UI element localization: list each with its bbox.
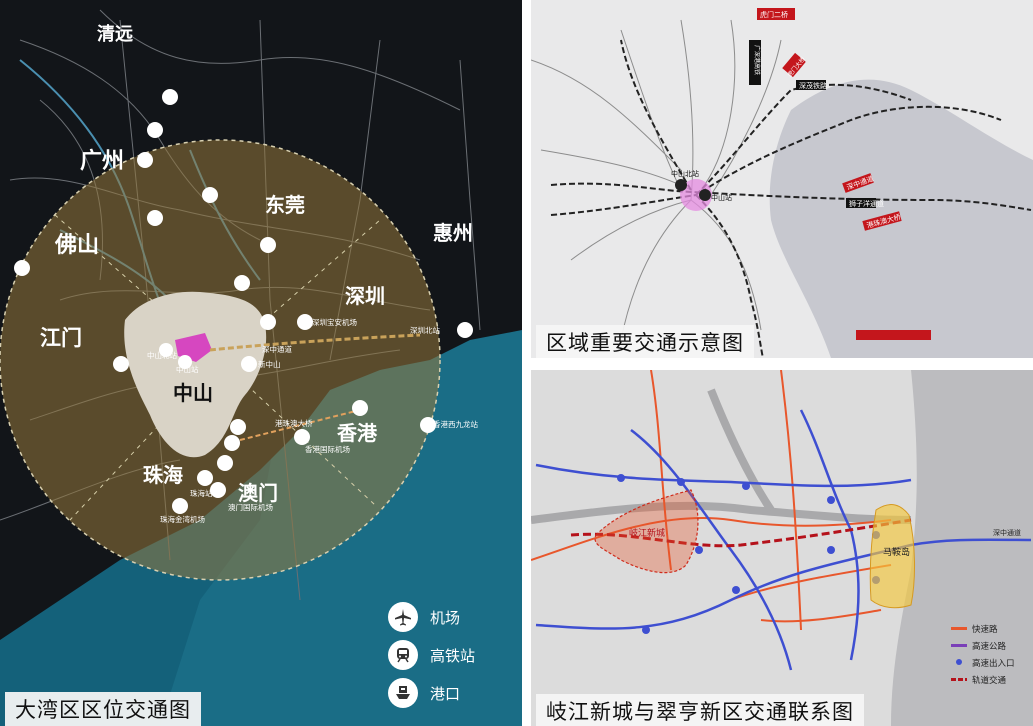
- legend-swatch: [951, 658, 967, 667]
- legend-label: 机场: [430, 608, 461, 627]
- station-label: 珠海金湾机场: [160, 514, 205, 524]
- legend-item-expressway: 快速路: [951, 620, 1031, 637]
- station-label: 中山站: [711, 193, 732, 202]
- district-label: 岐江新城: [629, 527, 665, 539]
- station-label: 珠海站: [190, 488, 213, 498]
- river-network: [531, 388, 912, 524]
- legend-label: 高铁站: [430, 646, 476, 665]
- city-label-qingyuan: 清远: [97, 24, 133, 45]
- top-right-panel-caption: 区域重要交通示意图: [536, 325, 754, 358]
- legend-swatch: [951, 678, 967, 681]
- legend-swatch: [951, 644, 967, 647]
- left-panel-caption: 大湾区区位交通图: [5, 692, 201, 726]
- legend-item-highway-exit: 高速出入口: [951, 654, 1031, 671]
- railway-station-marker: [217, 455, 233, 471]
- railway-station-marker: [241, 356, 257, 372]
- regional-traffic-map: 中山北站 中山站 虎门二桥 广深港高铁 虎门大桥 深茂铁路 深中通道 狮子洋通道…: [531, 8, 1033, 358]
- station-label: 深圳宝安机场: [312, 317, 357, 327]
- airport-marker: [162, 89, 178, 105]
- city-label-shenzhen: 深圳: [345, 284, 385, 308]
- legend-label: 港口: [430, 684, 461, 703]
- regional-traffic-map-panel: 中山北站 中山站 虎门二桥 广深港高铁 虎门大桥 深茂铁路 深中通道 狮子洋通道…: [531, 0, 1033, 358]
- city-label-huizhou: 惠州: [433, 221, 473, 245]
- station-label: 深圳北站: [410, 325, 440, 335]
- city-label-hongkong: 香港: [337, 421, 378, 445]
- qijiang-cuiheng-traffic-map-panel: 岐江新城 马鞍岛 深中通道 快速路 高速公路 高速出入口 轨道交通 岐江新城与翠…: [531, 370, 1033, 726]
- tag-label: 狮子洋通道: [849, 199, 884, 208]
- legend-swatch: [951, 627, 967, 630]
- bottom-right-map-legend: 快速路 高速公路 高速出入口 轨道交通: [951, 620, 1031, 688]
- station-label: 香港西九龙站: [433, 419, 478, 429]
- left-map-legend: 机场 高铁站 港口: [388, 598, 518, 712]
- legend-item-port: 港口: [388, 674, 518, 712]
- port-icon: [388, 678, 418, 708]
- station-label: 中山北站: [147, 350, 177, 360]
- airport-marker: [294, 429, 310, 445]
- road-network: [531, 19, 782, 341]
- station-label: 港珠澳大桥: [275, 418, 313, 428]
- railway-station-marker: [147, 122, 163, 138]
- railway-station-marker: [137, 152, 153, 168]
- airport-marker: [172, 498, 188, 514]
- railway-station-marker: [113, 356, 129, 372]
- station-label: 香港国际机场: [305, 444, 350, 454]
- legend-item-railway-station: 高铁站: [388, 636, 518, 674]
- railway-station-marker: [260, 237, 276, 253]
- city-label-dongguan: 东莞: [265, 193, 305, 217]
- airport-marker: [297, 314, 313, 330]
- city-label-macau: 澳门: [238, 481, 278, 505]
- city-label-jiangmen: 江门: [40, 326, 82, 350]
- legend-item-highway: 高速公路: [951, 637, 1031, 654]
- port-marker: [224, 435, 240, 451]
- sea-area: [769, 79, 1033, 358]
- station-label: 深中通道: [262, 344, 292, 354]
- legend-item-rail: 轨道交通: [951, 671, 1031, 688]
- port-marker: [230, 419, 246, 435]
- city-label-foshan: 佛山: [54, 233, 99, 258]
- port-marker: [352, 400, 368, 416]
- legend-item-airport: 机场: [388, 598, 518, 636]
- railway-station-marker: [457, 322, 473, 338]
- tag-label: 虎门二桥: [760, 10, 788, 19]
- railway-station-icon: [388, 640, 418, 670]
- city-label-zhongshan: 中山: [173, 381, 213, 405]
- railway-station-marker: [260, 314, 276, 330]
- station-label: 中山北站: [671, 169, 699, 178]
- tag-label: 广深港高铁: [753, 45, 761, 75]
- city-label-zhuhai: 珠海: [143, 463, 183, 487]
- railway-station-marker: [202, 187, 218, 203]
- greater-bay-area-map-panel: 清远 广州 佛山 东莞 惠州 江门 深圳 中山 香港 珠海 澳门 中山北站 中山…: [0, 0, 522, 726]
- railway-station-marker: [234, 275, 250, 291]
- airport-icon: [388, 602, 418, 632]
- district-label: 马鞍岛: [883, 546, 910, 558]
- station-label: 澳门国际机场: [228, 502, 273, 512]
- railway-station-marker: [147, 210, 163, 226]
- station-label: 新中山: [258, 359, 281, 369]
- tag-label: 深茂铁路: [799, 81, 827, 90]
- bottom-right-panel-caption: 岐江新城与翠亨新区交通联系图: [536, 694, 864, 726]
- city-label-guangzhou: 广州: [80, 148, 124, 174]
- legend-label: 高速公路: [972, 641, 1007, 652]
- railway-station-marker: [675, 179, 687, 191]
- railway-station-marker: [699, 189, 711, 201]
- legend-label: 快速路: [972, 624, 998, 635]
- airport-marker: [14, 260, 30, 276]
- station-label: 中山站: [176, 364, 199, 374]
- legend-label: 高速出入口: [972, 658, 1015, 669]
- railway-station-marker: [197, 470, 213, 486]
- legend-label: 轨道交通: [972, 675, 1007, 686]
- route-label: 深中通道: [993, 528, 1021, 537]
